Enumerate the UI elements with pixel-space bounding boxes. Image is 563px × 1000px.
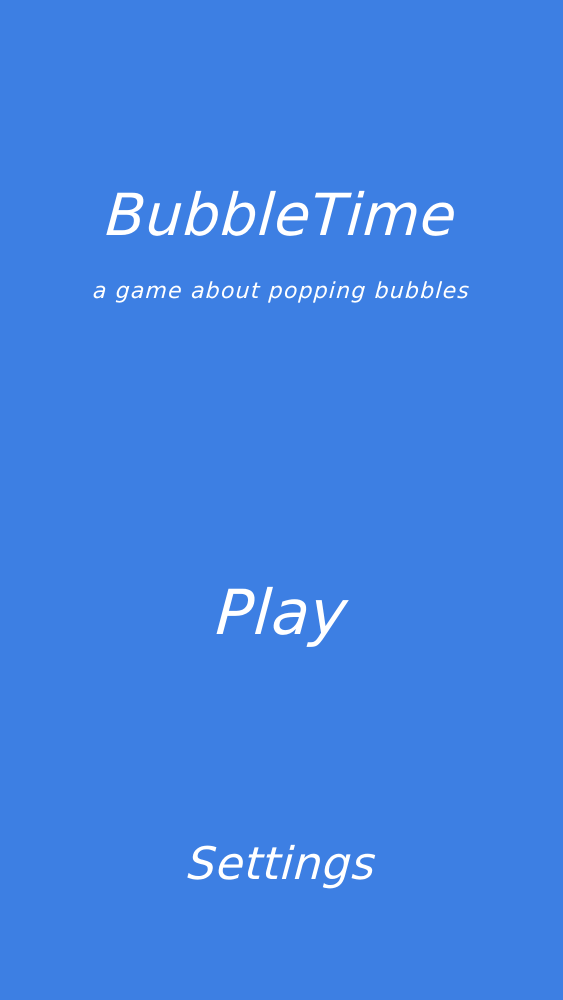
game-subtitle: a game about popping bubbles [92, 279, 472, 304]
main-menu-screen: BubbleTime a game about popping bubbles … [0, 0, 563, 1000]
play-button[interactable]: Play [213, 576, 349, 649]
game-title: BubbleTime [103, 181, 460, 249]
settings-button[interactable]: Settings [186, 837, 377, 890]
